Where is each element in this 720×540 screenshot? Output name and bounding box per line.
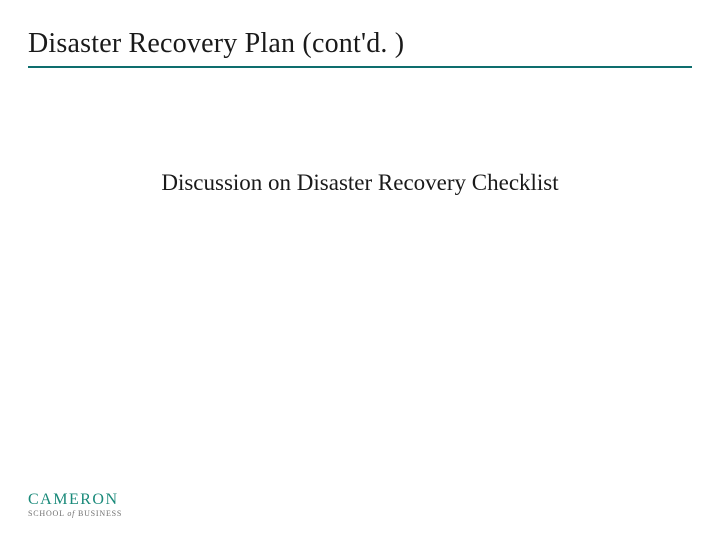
slide: Disaster Recovery Plan (cont'd. ) Discus… (0, 0, 720, 540)
logo-sub-word-2: BUSINESS (78, 509, 122, 518)
slide-body-text: Discussion on Disaster Recovery Checklis… (0, 170, 720, 196)
title-underline (28, 66, 692, 68)
slide-header: Disaster Recovery Plan (cont'd. ) (28, 28, 692, 68)
logo-sub-of: of (67, 509, 75, 518)
slide-title: Disaster Recovery Plan (cont'd. ) (28, 28, 692, 60)
logo-main-text: CAMERON (28, 492, 122, 508)
logo-sub-word-1: SCHOOL (28, 509, 65, 518)
logo-sub-text: SCHOOL of BUSINESS (28, 510, 122, 518)
footer-logo: CAMERON SCHOOL of BUSINESS (28, 492, 122, 518)
